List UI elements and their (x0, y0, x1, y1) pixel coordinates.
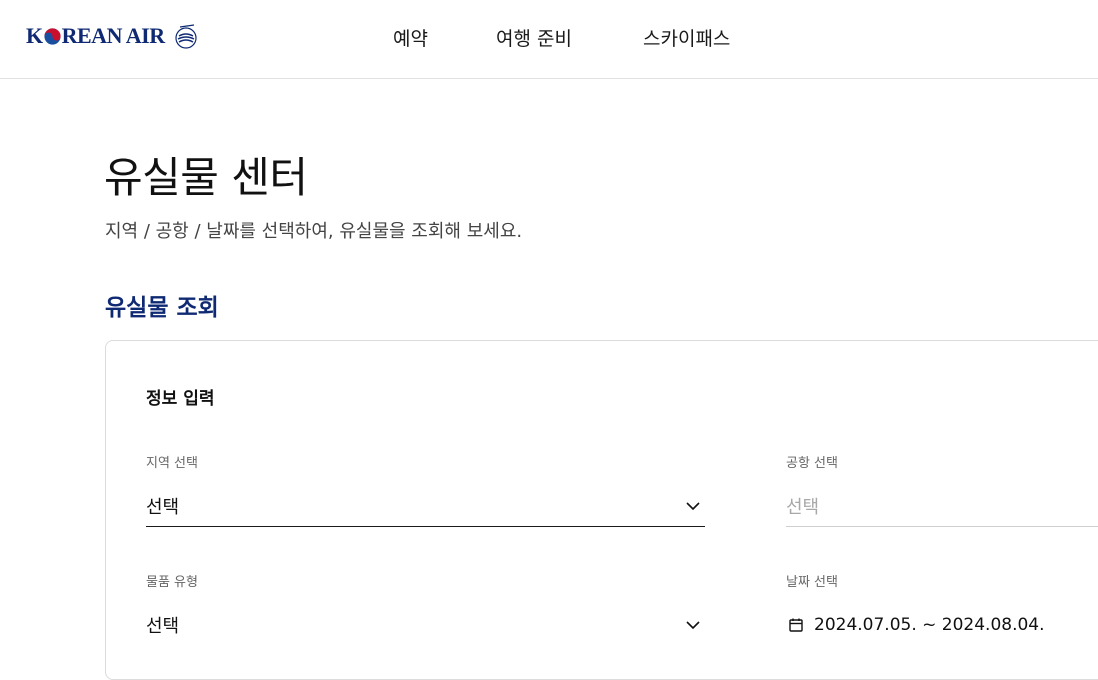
date-range-value: 2024.07.05. ~ 2024.08.04. (814, 615, 1045, 635)
item-type-select[interactable]: 선택 (146, 604, 705, 646)
airport-select[interactable]: 선택 (786, 485, 1098, 527)
page-subtitle: 지역 / 공항 / 날짜를 선택하여, 유실물을 조회해 보세요. (105, 221, 523, 242)
item-type-select-value: 선택 (146, 616, 180, 637)
card-title: 정보 입력 (146, 389, 215, 409)
chevron-down-icon (686, 621, 700, 630)
region-label: 지역 선택 (146, 456, 198, 471)
airport-select-value: 선택 (786, 496, 820, 518)
item-type-label: 물품 유형 (146, 575, 198, 590)
nav-item-skypass[interactable]: 스카이패스 (643, 24, 730, 51)
airport-label: 공항 선택 (786, 456, 838, 471)
nav-item-travel-prep[interactable]: 여행 준비 (496, 24, 572, 51)
date-range-picker[interactable]: 2024.07.05. ~ 2024.08.04. (788, 604, 1098, 646)
chevron-down-icon (686, 502, 700, 511)
nav-item-booking[interactable]: 예약 (393, 24, 428, 51)
section-title: 유실물 조회 (105, 295, 219, 321)
date-label: 날짜 선택 (786, 575, 838, 590)
calendar-icon (789, 618, 803, 632)
page-title: 유실물 센터 (104, 153, 308, 202)
region-select[interactable]: 선택 (146, 485, 705, 527)
main-nav: 예약 여행 준비 스카이패스 (0, 0, 1098, 79)
region-select-value: 선택 (146, 496, 180, 518)
site-header: K REAN AIR 예약 여행 준비 스카이패스 (0, 0, 1098, 79)
